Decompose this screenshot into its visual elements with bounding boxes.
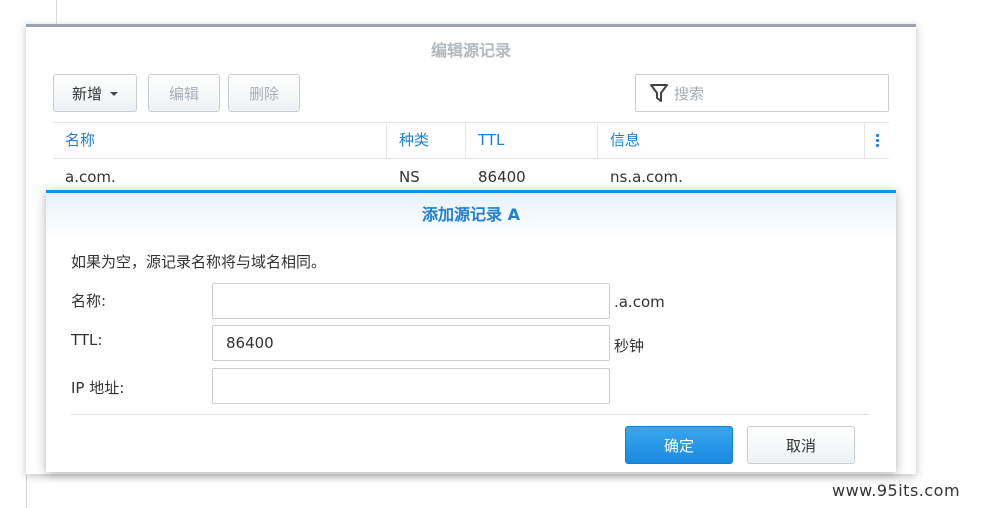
- footer-divider: [71, 414, 869, 415]
- dialog-title: 添加源记录 A: [46, 193, 896, 237]
- column-header-info[interactable]: 信息: [598, 123, 865, 158]
- ttl-field[interactable]: 86400: [212, 325, 610, 361]
- cancel-button[interactable]: 取消: [747, 426, 855, 464]
- cell-info: ns.a.com.: [610, 168, 683, 186]
- search-input[interactable]: 搜索: [635, 74, 889, 112]
- search-placeholder: 搜索: [674, 84, 705, 103]
- dialog-title: 编辑源记录: [430, 41, 511, 60]
- edit-button[interactable]: 编辑: [148, 74, 220, 112]
- column-header-name[interactable]: 名称: [53, 123, 387, 158]
- hint-text: 如果为空，源记录名称将与域名相同。: [71, 253, 327, 271]
- filter-icon: [650, 84, 668, 102]
- caret-down-icon: [110, 92, 118, 96]
- name-suffix: .a.com: [614, 293, 665, 311]
- cell-ttl: 86400: [478, 168, 526, 186]
- ttl-suffix: 秒钟: [614, 337, 645, 355]
- column-menu-icon[interactable]: [865, 123, 889, 158]
- table-row[interactable]: a.com. NS 86400 ns.a.com.: [53, 162, 889, 192]
- name-field[interactable]: [212, 283, 610, 319]
- watermark: www.95its.com: [832, 481, 961, 500]
- delete-button[interactable]: 删除: [228, 74, 300, 112]
- grid-header: 名称 种类 TTL 信息: [53, 122, 889, 159]
- ttl-label: TTL:: [71, 331, 103, 349]
- cell-type: NS: [399, 168, 420, 186]
- ok-button[interactable]: 确定: [625, 426, 733, 464]
- column-header-type[interactable]: 种类: [387, 123, 466, 158]
- new-button[interactable]: 新增: [53, 74, 137, 112]
- cell-name: a.com.: [65, 168, 116, 186]
- new-button-label: 新增: [71, 84, 102, 103]
- background-divider: [26, 470, 27, 508]
- name-label: 名称:: [71, 292, 107, 310]
- ip-address-field[interactable]: [212, 368, 610, 404]
- add-record-dialog: 添加源记录 A 如果为空，源记录名称将与域名相同。 名称: .a.com TTL…: [46, 190, 896, 472]
- ip-label: IP 地址:: [71, 379, 125, 397]
- background-divider: [56, 0, 57, 24]
- column-header-ttl[interactable]: TTL: [466, 123, 598, 158]
